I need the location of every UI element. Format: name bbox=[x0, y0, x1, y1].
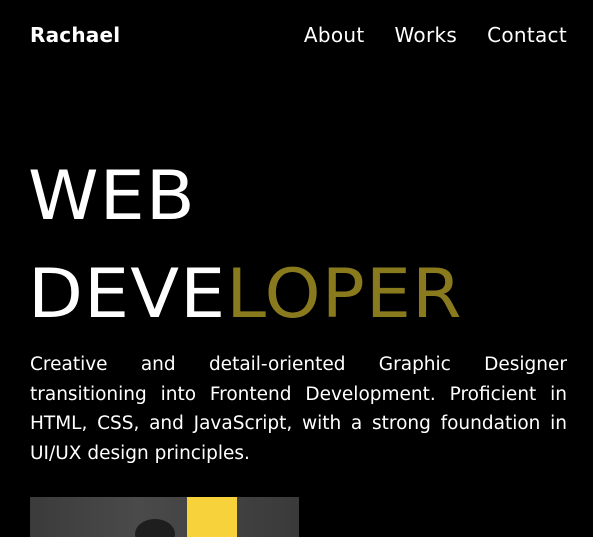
main-nav: About Works Contact bbox=[304, 23, 567, 47]
profile-image bbox=[30, 497, 299, 537]
intro-paragraph: Creative and detail-oriented Graphic Des… bbox=[30, 354, 567, 464]
nav-link-about[interactable]: About bbox=[304, 23, 365, 47]
hero-word-loper: LOPER bbox=[226, 255, 463, 334]
hero-word-deve: DEVE bbox=[28, 255, 227, 334]
nav-link-works[interactable]: Works bbox=[395, 23, 458, 47]
hero-word-web: WEB bbox=[28, 157, 196, 236]
image-yellow-block bbox=[187, 497, 237, 537]
image-dark-shape bbox=[135, 519, 175, 537]
brand-logo[interactable]: Rachael bbox=[30, 23, 120, 47]
hero-title-line-1: WEB bbox=[28, 148, 463, 246]
hero-title-line-2: DEVELOPER bbox=[28, 246, 463, 344]
site-header: Rachael About Works Contact bbox=[30, 20, 567, 50]
hero-title: WEB DEVELOPER bbox=[28, 148, 462, 344]
nav-link-contact[interactable]: Contact bbox=[487, 23, 567, 47]
